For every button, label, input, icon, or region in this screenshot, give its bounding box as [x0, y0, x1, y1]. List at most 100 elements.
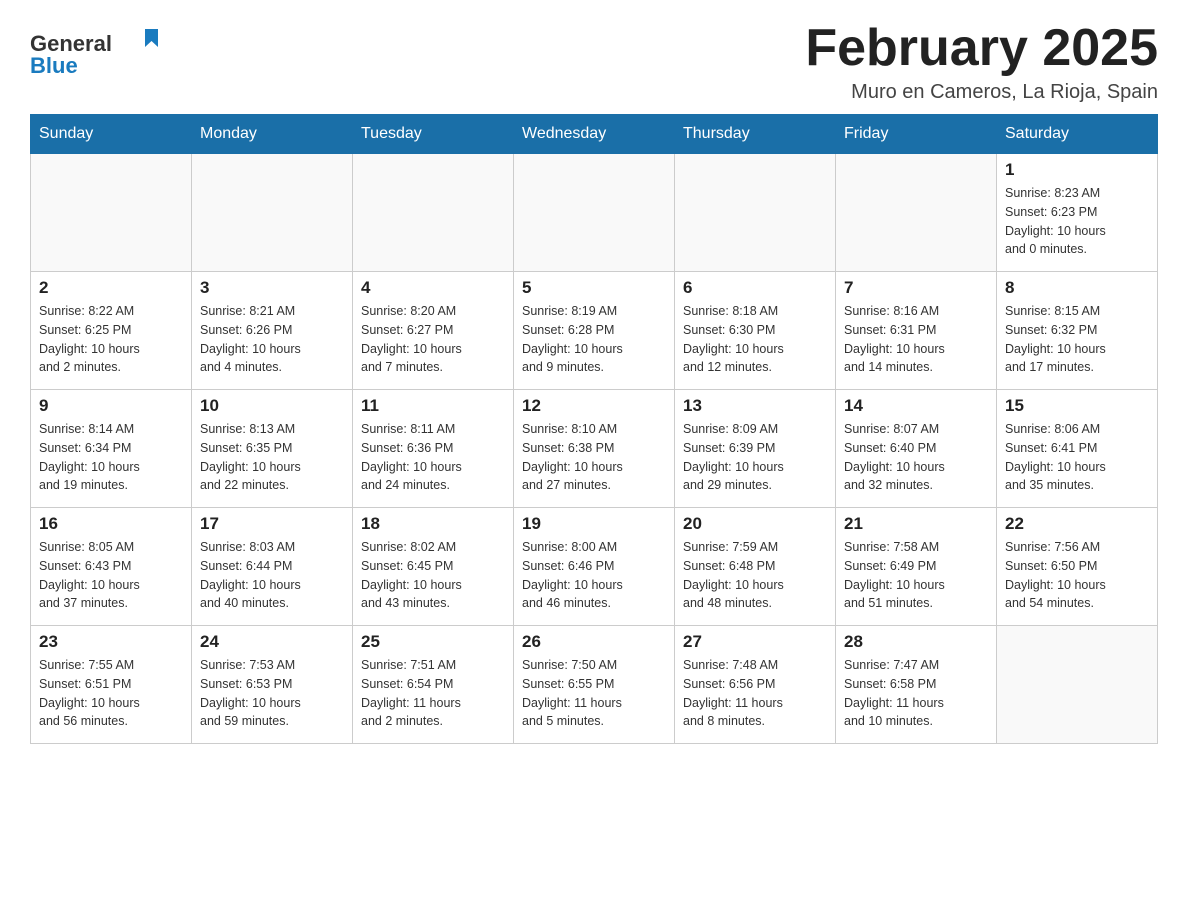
day-info: Sunrise: 8:10 AM Sunset: 6:38 PM Dayligh… — [522, 420, 666, 495]
day-cell: 26 Sunrise: 7:50 AM Sunset: 6:55 PM Dayli… — [514, 626, 675, 744]
weekday-header-monday: Monday — [192, 115, 353, 154]
day-number: 17 — [200, 514, 344, 534]
day-number: 7 — [844, 278, 988, 298]
day-number: 12 — [522, 396, 666, 416]
location-subtitle: Muro en Cameros, La Rioja, Spain — [805, 81, 1158, 104]
day-info: Sunrise: 7:47 AM Sunset: 6:58 PM Dayligh… — [844, 656, 988, 731]
day-number: 11 — [361, 396, 505, 416]
day-cell — [192, 154, 353, 272]
day-number: 23 — [39, 632, 183, 652]
day-info: Sunrise: 8:00 AM Sunset: 6:46 PM Dayligh… — [522, 538, 666, 613]
day-number: 15 — [1005, 396, 1149, 416]
calendar-table: SundayMondayTuesdayWednesdayThursdayFrid… — [30, 114, 1158, 744]
day-info: Sunrise: 8:23 AM Sunset: 6:23 PM Dayligh… — [1005, 184, 1149, 259]
day-info: Sunrise: 8:03 AM Sunset: 6:44 PM Dayligh… — [200, 538, 344, 613]
day-info: Sunrise: 7:58 AM Sunset: 6:49 PM Dayligh… — [844, 538, 988, 613]
day-info: Sunrise: 7:48 AM Sunset: 6:56 PM Dayligh… — [683, 656, 827, 731]
svg-text:Blue: Blue — [30, 53, 78, 78]
week-row-1: 1Sunrise: 8:23 AM Sunset: 6:23 PM Daylig… — [31, 154, 1158, 272]
day-number: 19 — [522, 514, 666, 534]
day-cell — [353, 154, 514, 272]
day-info: Sunrise: 8:22 AM Sunset: 6:25 PM Dayligh… — [39, 302, 183, 377]
week-row-2: 2 Sunrise: 8:22 AM Sunset: 6:25 PM Daylig… — [31, 272, 1158, 390]
day-info: Sunrise: 8:19 AM Sunset: 6:28 PM Dayligh… — [522, 302, 666, 377]
day-cell: 27 Sunrise: 7:48 AM Sunset: 6:56 PM Dayli… — [675, 626, 836, 744]
day-cell — [836, 154, 997, 272]
day-number: 25 — [361, 632, 505, 652]
day-info: Sunrise: 8:16 AM Sunset: 6:31 PM Dayligh… — [844, 302, 988, 377]
day-info: Sunrise: 7:59 AM Sunset: 6:48 PM Dayligh… — [683, 538, 827, 613]
day-cell: 6Sunrise: 8:18 AM Sunset: 6:30 PM Daylig… — [675, 272, 836, 390]
day-info: Sunrise: 7:55 AM Sunset: 6:51 PM Dayligh… — [39, 656, 183, 731]
day-number: 21 — [844, 514, 988, 534]
day-info: Sunrise: 8:14 AM Sunset: 6:34 PM Dayligh… — [39, 420, 183, 495]
day-number: 26 — [522, 632, 666, 652]
day-cell: 15Sunrise: 8:06 AM Sunset: 6:41 PM Dayli… — [997, 390, 1158, 508]
day-cell: 20 Sunrise: 7:59 AM Sunset: 6:48 PM Dayli… — [675, 508, 836, 626]
day-number: 2 — [39, 278, 183, 298]
day-info: Sunrise: 8:13 AM Sunset: 6:35 PM Dayligh… — [200, 420, 344, 495]
day-number: 6 — [683, 278, 827, 298]
weekday-header-wednesday: Wednesday — [514, 115, 675, 154]
day-cell: 1Sunrise: 8:23 AM Sunset: 6:23 PM Daylig… — [997, 154, 1158, 272]
weekday-header-tuesday: Tuesday — [353, 115, 514, 154]
day-cell — [675, 154, 836, 272]
day-info: Sunrise: 7:51 AM Sunset: 6:54 PM Dayligh… — [361, 656, 505, 731]
day-number: 8 — [1005, 278, 1149, 298]
day-cell: 21 Sunrise: 7:58 AM Sunset: 6:49 PM Dayli… — [836, 508, 997, 626]
day-number: 9 — [39, 396, 183, 416]
day-number: 20 — [683, 514, 827, 534]
day-info: Sunrise: 7:50 AM Sunset: 6:55 PM Dayligh… — [522, 656, 666, 731]
day-info: Sunrise: 8:05 AM Sunset: 6:43 PM Dayligh… — [39, 538, 183, 613]
logo: General Blue — [30, 20, 160, 85]
day-number: 3 — [200, 278, 344, 298]
day-cell: 25 Sunrise: 7:51 AM Sunset: 6:54 PM Dayli… — [353, 626, 514, 744]
weekday-header-row: SundayMondayTuesdayWednesdayThursdayFrid… — [31, 115, 1158, 154]
day-cell: 7 Sunrise: 8:16 AM Sunset: 6:31 PM Daylig… — [836, 272, 997, 390]
week-row-5: 23 Sunrise: 7:55 AM Sunset: 6:51 PM Dayli… — [31, 626, 1158, 744]
day-number: 10 — [200, 396, 344, 416]
day-cell — [31, 154, 192, 272]
title-block: February 2025 Muro en Cameros, La Rioja,… — [805, 20, 1158, 104]
day-cell: 10 Sunrise: 8:13 AM Sunset: 6:35 PM Dayli… — [192, 390, 353, 508]
weekday-header-thursday: Thursday — [675, 115, 836, 154]
day-cell: 24 Sunrise: 7:53 AM Sunset: 6:53 PM Dayli… — [192, 626, 353, 744]
day-cell: 11 Sunrise: 8:11 AM Sunset: 6:36 PM Dayli… — [353, 390, 514, 508]
day-number: 22 — [1005, 514, 1149, 534]
day-cell — [514, 154, 675, 272]
day-number: 18 — [361, 514, 505, 534]
day-number: 14 — [844, 396, 988, 416]
day-info: Sunrise: 8:07 AM Sunset: 6:40 PM Dayligh… — [844, 420, 988, 495]
day-number: 28 — [844, 632, 988, 652]
day-cell: 28 Sunrise: 7:47 AM Sunset: 6:58 PM Dayli… — [836, 626, 997, 744]
day-cell: 18 Sunrise: 8:02 AM Sunset: 6:45 PM Dayli… — [353, 508, 514, 626]
month-title: February 2025 — [805, 20, 1158, 77]
day-info: Sunrise: 8:02 AM Sunset: 6:45 PM Dayligh… — [361, 538, 505, 613]
weekday-header-sunday: Sunday — [31, 115, 192, 154]
day-number: 24 — [200, 632, 344, 652]
day-number: 5 — [522, 278, 666, 298]
day-cell: 17 Sunrise: 8:03 AM Sunset: 6:44 PM Dayli… — [192, 508, 353, 626]
day-cell: 13Sunrise: 8:09 AM Sunset: 6:39 PM Dayli… — [675, 390, 836, 508]
day-cell: 12 Sunrise: 8:10 AM Sunset: 6:38 PM Dayli… — [514, 390, 675, 508]
day-number: 27 — [683, 632, 827, 652]
day-info: Sunrise: 8:15 AM Sunset: 6:32 PM Dayligh… — [1005, 302, 1149, 377]
day-cell: 16Sunrise: 8:05 AM Sunset: 6:43 PM Dayli… — [31, 508, 192, 626]
day-info: Sunrise: 7:56 AM Sunset: 6:50 PM Dayligh… — [1005, 538, 1149, 613]
day-cell: 23 Sunrise: 7:55 AM Sunset: 6:51 PM Dayli… — [31, 626, 192, 744]
day-cell: 19 Sunrise: 8:00 AM Sunset: 6:46 PM Dayli… — [514, 508, 675, 626]
day-cell: 2 Sunrise: 8:22 AM Sunset: 6:25 PM Daylig… — [31, 272, 192, 390]
day-info: Sunrise: 8:11 AM Sunset: 6:36 PM Dayligh… — [361, 420, 505, 495]
day-number: 4 — [361, 278, 505, 298]
week-row-3: 9 Sunrise: 8:14 AM Sunset: 6:34 PM Daylig… — [31, 390, 1158, 508]
weekday-header-saturday: Saturday — [997, 115, 1158, 154]
day-cell: 4 Sunrise: 8:20 AM Sunset: 6:27 PM Daylig… — [353, 272, 514, 390]
day-info: Sunrise: 8:20 AM Sunset: 6:27 PM Dayligh… — [361, 302, 505, 377]
day-cell: 5 Sunrise: 8:19 AM Sunset: 6:28 PM Daylig… — [514, 272, 675, 390]
day-cell: 8 Sunrise: 8:15 AM Sunset: 6:32 PM Daylig… — [997, 272, 1158, 390]
weekday-header-friday: Friday — [836, 115, 997, 154]
day-info: Sunrise: 8:21 AM Sunset: 6:26 PM Dayligh… — [200, 302, 344, 377]
day-cell: 22 Sunrise: 7:56 AM Sunset: 6:50 PM Dayli… — [997, 508, 1158, 626]
day-cell — [997, 626, 1158, 744]
day-info: Sunrise: 7:53 AM Sunset: 6:53 PM Dayligh… — [200, 656, 344, 731]
